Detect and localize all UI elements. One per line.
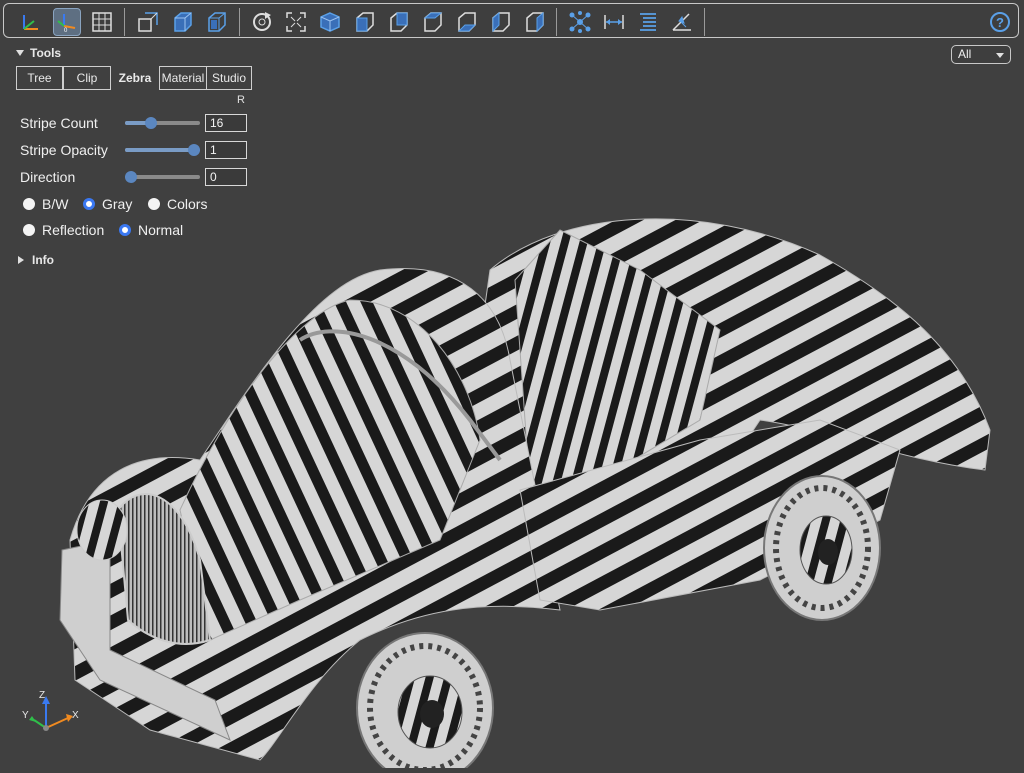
perspective-icon	[138, 12, 158, 32]
reflection-label: Reflection	[42, 222, 105, 238]
main-toolbar: 0?	[3, 3, 1019, 38]
front-wheel	[356, 632, 494, 773]
chevron-down-icon	[996, 53, 1004, 58]
normal-label: Normal	[138, 222, 184, 238]
axes-icon	[23, 15, 38, 30]
view-filter-value: All	[958, 47, 972, 61]
shaded-cube-button[interactable]	[168, 8, 196, 36]
grid-button[interactable]	[88, 8, 116, 36]
help-button[interactable]: ?	[986, 8, 1014, 36]
collapse-icon	[16, 50, 24, 56]
wireframe-cube-icon	[208, 12, 226, 32]
iso-view-button[interactable]	[316, 8, 344, 36]
stripe-opacity-input[interactable]: 1	[205, 141, 247, 159]
tab-zebra[interactable]: Zebra	[111, 66, 159, 90]
direction-label: Direction	[20, 169, 76, 185]
r-label: R	[237, 94, 245, 106]
right-view-icon	[526, 11, 544, 33]
angle-measure-icon	[672, 13, 691, 31]
properties-button[interactable]	[634, 8, 662, 36]
bw-label: B/W	[42, 196, 69, 212]
view-filter-select[interactable]: All	[951, 45, 1011, 64]
left-view-icon	[492, 11, 510, 33]
axes-origin-icon: 0	[57, 14, 76, 33]
fit-view-button[interactable]	[282, 8, 310, 36]
wireframe-cube-button[interactable]	[202, 8, 230, 36]
stripe-count-input[interactable]: 16	[205, 114, 247, 132]
bw-radio[interactable]	[23, 198, 35, 210]
axis-x-label: X	[72, 710, 79, 721]
axes-button[interactable]	[16, 8, 44, 36]
tools-header[interactable]: Tools	[16, 45, 61, 61]
measure-distance-icon	[604, 15, 624, 29]
rear-wheel	[763, 475, 881, 621]
info-title: Info	[32, 253, 54, 267]
reflection-radio[interactable]	[23, 224, 35, 236]
top-view-button[interactable]	[418, 8, 446, 36]
axes-indicator: Z Y X	[20, 690, 90, 740]
stripe-opacity-label: Stripe Opacity	[20, 142, 108, 158]
shaded-cube-icon	[174, 12, 192, 32]
gray-radio[interactable]	[83, 198, 95, 210]
tool-tabs: Tree Clip Zebra Material Studio	[16, 66, 252, 90]
iso-view-icon	[320, 12, 340, 32]
info-section-toggle[interactable]: Info	[18, 253, 54, 267]
axis-z-label: Z	[39, 690, 46, 701]
stripe-count-slider[interactable]	[125, 117, 200, 129]
stripe-opacity-slider[interactable]	[125, 144, 200, 156]
toolbar-separator	[239, 8, 240, 36]
front-view-button[interactable]	[350, 8, 378, 36]
left-view-button[interactable]	[486, 8, 514, 36]
measure-distance-button[interactable]	[600, 8, 628, 36]
right-view-button[interactable]	[520, 8, 548, 36]
axis-y-label: Y	[22, 710, 29, 721]
front-view-icon	[356, 12, 374, 32]
tab-material[interactable]: Material	[159, 66, 207, 90]
gray-label: Gray	[102, 196, 133, 212]
rear-view-button[interactable]	[384, 8, 412, 36]
tools-title: Tools	[30, 46, 62, 60]
colors-label: Colors	[167, 196, 208, 212]
help-icon: ?	[990, 12, 1010, 32]
explode-button[interactable]	[566, 8, 594, 36]
tab-clip[interactable]: Clip	[63, 66, 111, 90]
direction-input[interactable]: 0	[205, 168, 247, 186]
svg-text:0: 0	[64, 28, 68, 33]
svg-text:?: ?	[996, 15, 1004, 30]
normal-radio[interactable]	[119, 224, 131, 236]
toolbar-separator	[704, 8, 705, 36]
fit-view-icon	[286, 12, 306, 32]
properties-icon	[640, 13, 656, 31]
toolbar-separator	[124, 8, 125, 36]
toolbar-separator	[556, 8, 557, 36]
reset-view-icon	[253, 12, 271, 31]
reset-view-button[interactable]	[248, 8, 276, 36]
bottom-view-icon	[457, 12, 477, 32]
grid-icon	[92, 12, 112, 32]
top-view-icon	[423, 12, 443, 32]
explode-icon	[569, 11, 591, 33]
perspective-button[interactable]	[134, 8, 162, 36]
tab-tree[interactable]: Tree	[16, 66, 63, 90]
rear-view-icon	[390, 12, 408, 32]
expand-icon	[18, 256, 24, 264]
bottom-view-button[interactable]	[452, 8, 480, 36]
stripe-count-label: Stripe Count	[20, 115, 98, 131]
direction-slider[interactable]	[125, 171, 200, 183]
tab-studio[interactable]: Studio	[207, 66, 252, 90]
colors-radio[interactable]	[148, 198, 160, 210]
axes-origin-button[interactable]: 0	[53, 8, 81, 36]
angle-measure-button[interactable]	[668, 8, 696, 36]
